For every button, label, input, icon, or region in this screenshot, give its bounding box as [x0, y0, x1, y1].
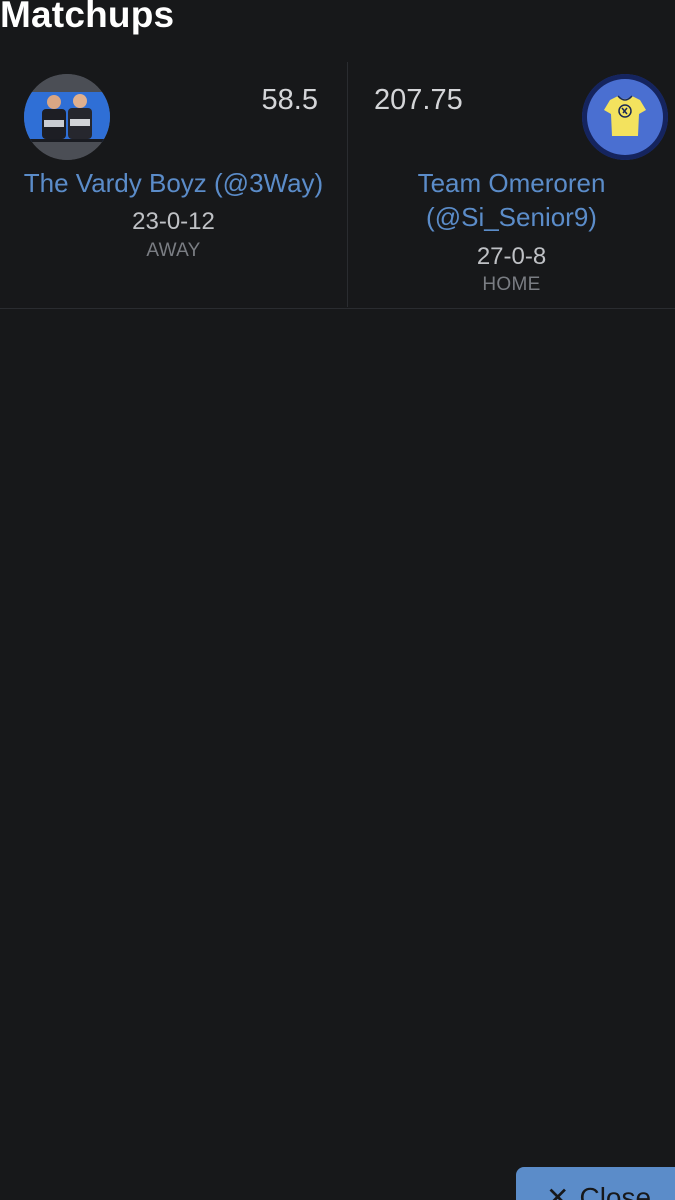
yellow-jersey-avatar[interactable] — [582, 74, 668, 160]
matchups-screen: Matchups 58.5 The Vardy Boyz (@3Way) 23-… — [0, 0, 675, 1200]
wrestlers-photo-icon — [24, 74, 110, 160]
away-score: 58.5 — [261, 84, 318, 116]
close-button[interactable]: ✕ Close — [516, 1167, 675, 1200]
matchup-card[interactable]: 58.5 The Vardy Boyz (@3Way) 23-0-12 AWAY… — [0, 58, 675, 309]
wrestlers-photo-avatar[interactable] — [24, 74, 110, 160]
away-team-record: 23-0-12 — [132, 208, 215, 235]
close-icon: ✕ — [546, 1182, 570, 1200]
page-title: Matchups — [0, 0, 175, 35]
away-team-name[interactable]: The Vardy Boyz (@3Way) — [0, 166, 347, 200]
close-button-label: Close — [579, 1182, 652, 1200]
home-team-record: 27-0-8 — [476, 243, 547, 270]
home-score: 207.75 — [374, 84, 463, 116]
jersey-icon — [582, 74, 668, 160]
home-team-name[interactable]: Team Omeroren (@Si_Senior9) — [348, 166, 675, 234]
away-team[interactable]: 58.5 The Vardy Boyz (@3Way) 23-0-12 AWAY — [0, 58, 347, 308]
home-team[interactable]: 207.75 Team Omeroren (@Si_Senior9) 27-0-… — [348, 58, 675, 308]
home-label: HOME — [482, 274, 541, 295]
away-label: AWAY — [146, 240, 201, 261]
